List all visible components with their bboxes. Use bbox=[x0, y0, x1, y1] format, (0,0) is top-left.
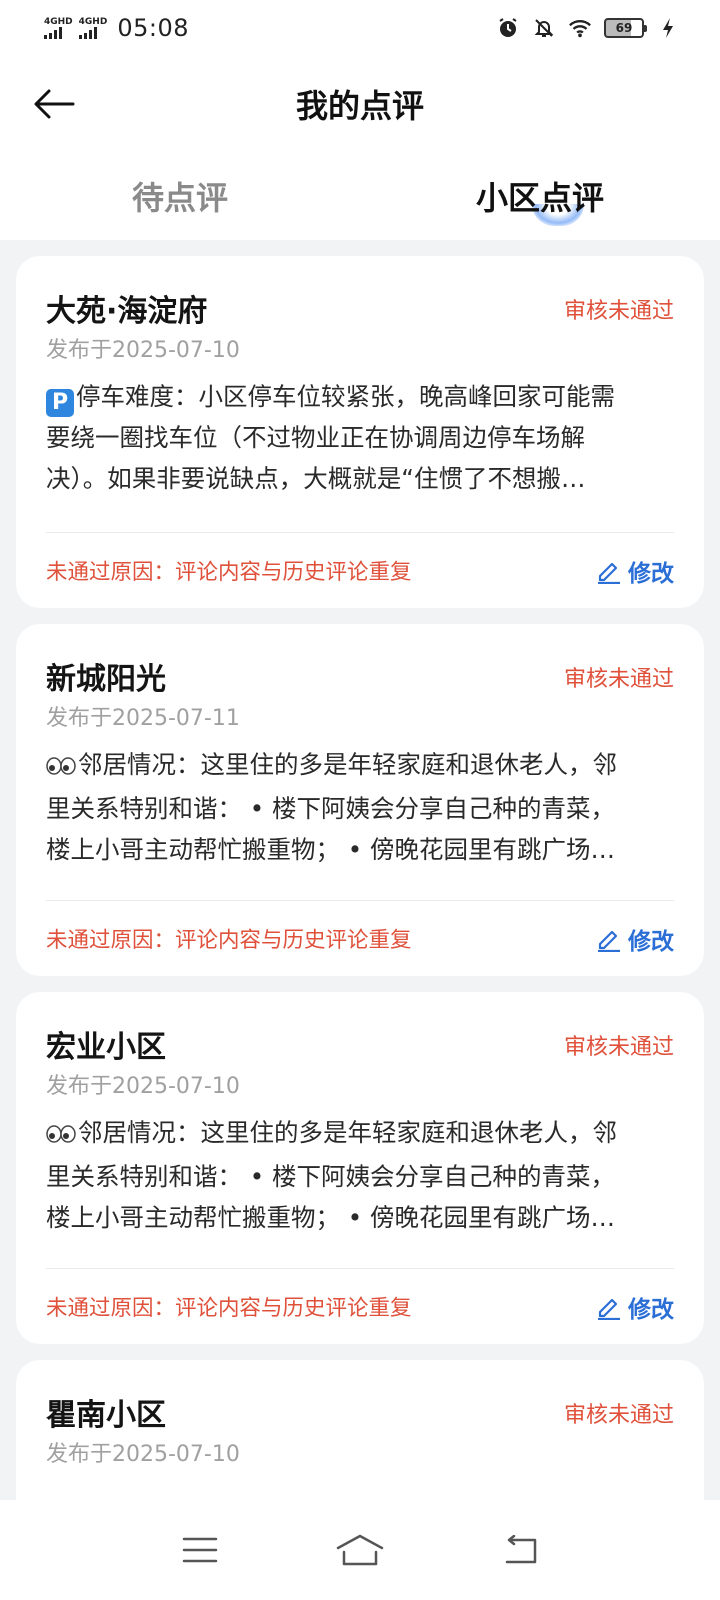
pencil-icon bbox=[598, 1298, 620, 1320]
tab-community-review-label: 小区点评 bbox=[475, 179, 604, 217]
community-name: 新城阳光 bbox=[46, 662, 166, 697]
sim2-label: 4GHD bbox=[78, 16, 108, 27]
parking-emoji-icon: P bbox=[46, 389, 74, 417]
review-card[interactable]: 宏业小区 审核未通过 发布于2025-07-10 邻居情况：这里住的多是年轻家庭… bbox=[16, 992, 704, 1344]
menu-nav-button[interactable] bbox=[170, 1525, 230, 1575]
alarm-icon bbox=[496, 16, 520, 40]
edit-label: 修改 bbox=[628, 1296, 674, 1323]
wifi-icon bbox=[568, 16, 592, 40]
community-name: 宏业小区 bbox=[46, 1030, 166, 1065]
status-badge: 审核未通过 bbox=[563, 299, 674, 324]
review-card[interactable]: 大苑·海淀府 审核未通过 发布于2025-07-10 P 停车难度：小区停车位较紧… bbox=[16, 256, 704, 608]
community-name: 大苑·海淀府 bbox=[46, 294, 208, 329]
tab-community-review[interactable]: 小区点评 bbox=[360, 152, 720, 240]
top-section: 4GHD 4GHD 05:08 69 我的点评 待点评 小区点评 bbox=[0, 0, 720, 240]
arrow-left-icon bbox=[34, 89, 75, 119]
home-nav-button[interactable] bbox=[330, 1525, 390, 1575]
review-line: 要绕一圈找车位（不过物业正在协调周边停车场解 bbox=[46, 423, 585, 452]
review-list: 大苑·海淀府 审核未通过 发布于2025-07-10 P 停车难度：小区停车位较紧… bbox=[0, 240, 720, 1512]
nav-bar: 我的点评 bbox=[0, 56, 720, 152]
back-nav-button[interactable] bbox=[490, 1525, 550, 1575]
card-footer: 未通过原因：评论内容与历史评论重复 修改 bbox=[46, 532, 674, 608]
home-icon bbox=[336, 1534, 384, 1566]
review-line: 里关系特别和谐： • 楼下阿姨会分享自己种的青菜， bbox=[46, 794, 616, 823]
tab-pending-review[interactable]: 待点评 bbox=[0, 152, 360, 240]
status-right: 69 bbox=[496, 16, 680, 40]
review-line: 停车难度：小区停车位较紧张，晚高峰回家可能需 bbox=[76, 382, 615, 411]
pencil-icon bbox=[598, 562, 620, 584]
card-footer: 未通过原因：评论内容与历史评论重复 修改 bbox=[46, 1268, 674, 1344]
publish-date: 发布于2025-07-11 bbox=[46, 706, 240, 731]
back-nav-icon bbox=[505, 1535, 537, 1564]
sim1-label: 4GHD bbox=[44, 16, 73, 27]
reject-reason: 未通过原因：评论内容与历史评论重复 bbox=[46, 1296, 412, 1321]
edit-button[interactable]: 修改 bbox=[596, 922, 674, 956]
clock: 05:08 bbox=[117, 14, 189, 42]
review-card[interactable]: 新城阳光 审核未通过 发布于2025-07-11 邻居情况：这里住的多是年轻家庭… bbox=[16, 624, 704, 976]
mute-bell-icon bbox=[532, 16, 556, 40]
charging-icon bbox=[656, 16, 680, 40]
reject-reason: 未通过原因：评论内容与历史评论重复 bbox=[46, 560, 412, 585]
review-line: 邻居情况：这里住的多是年轻家庭和退休老人，邻 bbox=[78, 750, 617, 779]
status-left: 4GHD 4GHD 05:08 bbox=[44, 14, 189, 42]
review-content: P 停车难度：小区停车位较紧张，晚高峰回家可能需 要绕一圈找车位（不过物业正在协调… bbox=[46, 376, 674, 499]
battery-icon: 69 bbox=[604, 18, 647, 38]
eyes-emoji-icon bbox=[46, 747, 78, 788]
review-line: 里关系特别和谐： • 楼下阿姨会分享自己种的青菜， bbox=[46, 1162, 616, 1191]
review-card[interactable]: 瞿南小区 审核未通过 发布于2025-07-10 bbox=[16, 1360, 704, 1512]
tab-pending-review-label: 待点评 bbox=[131, 179, 228, 217]
edit-button[interactable]: 修改 bbox=[596, 554, 674, 588]
status-bar: 4GHD 4GHD 05:08 69 bbox=[0, 0, 720, 56]
menu-icon bbox=[182, 1537, 218, 1563]
status-badge: 审核未通过 bbox=[563, 667, 674, 692]
publish-date: 发布于2025-07-10 bbox=[46, 338, 240, 363]
edit-label: 修改 bbox=[628, 560, 674, 587]
publish-date: 发布于2025-07-10 bbox=[46, 1442, 240, 1467]
review-line: 邻居情况：这里住的多是年轻家庭和退休老人，邻 bbox=[78, 1118, 617, 1147]
card-footer: 未通过原因：评论内容与历史评论重复 修改 bbox=[46, 900, 674, 976]
reject-reason: 未通过原因：评论内容与历史评论重复 bbox=[46, 928, 412, 953]
review-line: 楼上小哥主动帮忙搬重物； • 傍晚花园里有跳广场… bbox=[46, 1203, 616, 1232]
sim2-signal-icon: 4GHD bbox=[78, 16, 108, 39]
edit-button[interactable]: 修改 bbox=[596, 1290, 674, 1324]
sim1-signal-icon: 4GHD bbox=[44, 16, 73, 39]
page-title: 我的点评 bbox=[295, 87, 424, 125]
pencil-icon bbox=[598, 930, 620, 952]
battery-level: 69 bbox=[615, 21, 633, 35]
community-name: 瞿南小区 bbox=[46, 1398, 166, 1433]
edit-label: 修改 bbox=[628, 928, 674, 955]
review-content: 邻居情况：这里住的多是年轻家庭和退休老人，邻 里关系特别和谐： • 楼下阿姨会分… bbox=[46, 1112, 674, 1235]
back-button[interactable] bbox=[30, 82, 78, 126]
review-line: 决）。如果非要说缺点，大概就是“住惯了不想搬… bbox=[46, 464, 586, 493]
system-nav-bar bbox=[0, 1500, 720, 1600]
publish-date: 发布于2025-07-10 bbox=[46, 1074, 240, 1099]
status-badge: 审核未通过 bbox=[563, 1035, 674, 1060]
tab-bar: 待点评 小区点评 bbox=[0, 152, 720, 240]
eyes-emoji-icon bbox=[46, 1115, 78, 1156]
review-line: 楼上小哥主动帮忙搬重物； • 傍晚花园里有跳广场… bbox=[46, 835, 616, 864]
review-content: 邻居情况：这里住的多是年轻家庭和退休老人，邻 里关系特别和谐： • 楼下阿姨会分… bbox=[46, 744, 674, 867]
status-badge: 审核未通过 bbox=[563, 1403, 674, 1428]
